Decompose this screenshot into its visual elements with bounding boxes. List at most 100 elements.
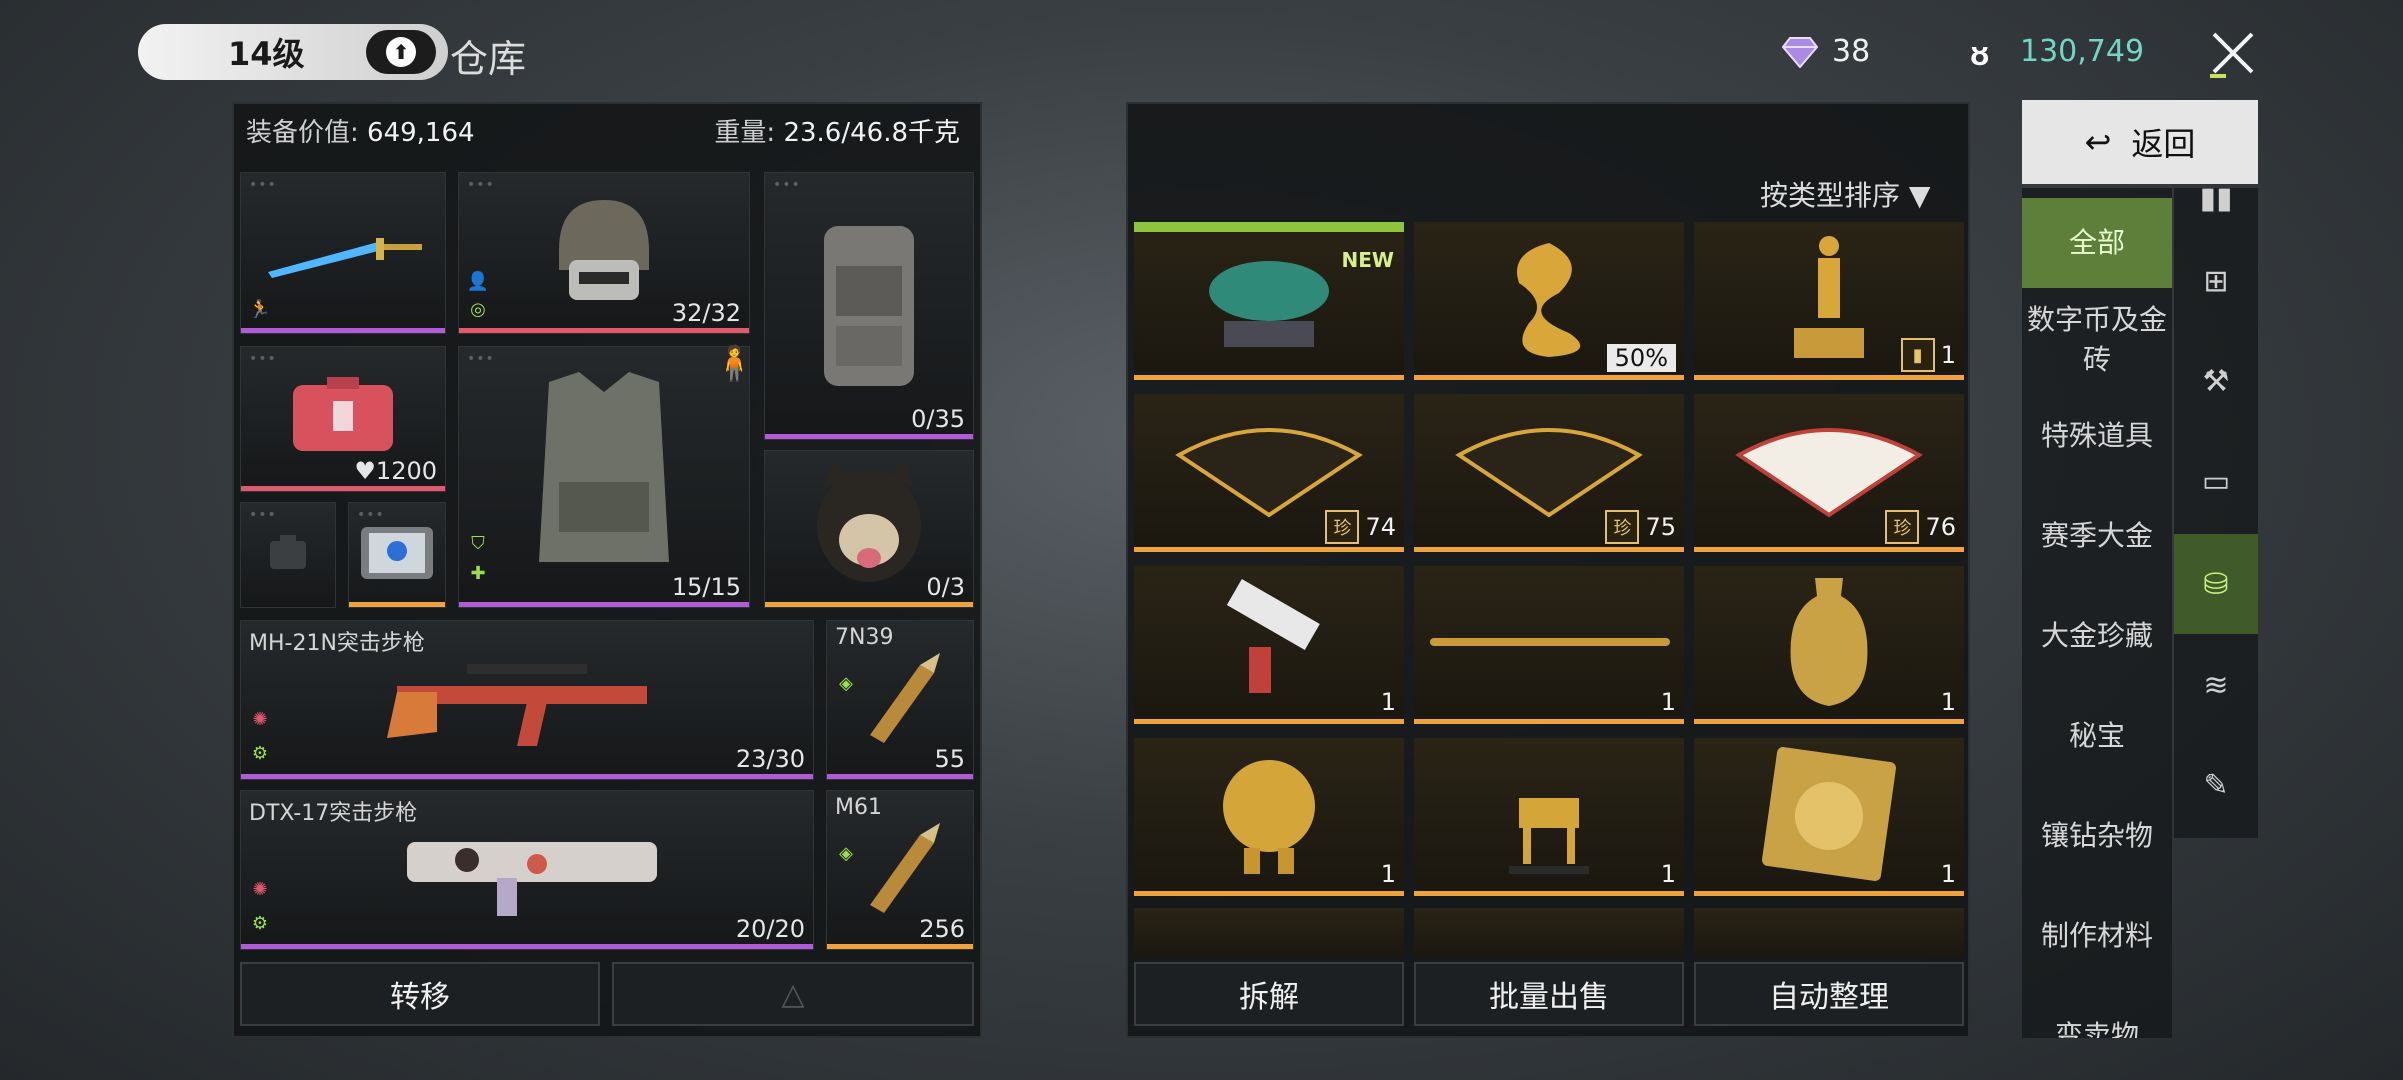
- coin-count: 130,749: [2020, 34, 2145, 69]
- close-button[interactable]: [2208, 28, 2258, 78]
- pet-count: 0/3: [926, 573, 965, 601]
- storage-item[interactable]: 1: [1694, 738, 1964, 896]
- rarity-bar: [459, 328, 749, 333]
- sort-dropdown[interactable]: 按类型排序 ▼: [1760, 174, 1930, 214]
- rarity-bar: [765, 434, 973, 439]
- level-up-button[interactable]: ⬆: [366, 30, 436, 74]
- rifle-2-icon: [407, 841, 657, 916]
- storage-item[interactable]: 1: [1414, 738, 1684, 896]
- shield-icon: ⛉: [471, 533, 485, 554]
- gem-icon: [1782, 37, 1818, 68]
- category-sellables[interactable]: 变卖物: [2022, 1016, 2172, 1038]
- backpack-slot[interactable]: ••• 0/35: [764, 172, 974, 440]
- storage-item[interactable]: 珍 75: [1414, 394, 1684, 552]
- category-special[interactable]: 特殊道具: [2022, 416, 2172, 456]
- storage-item[interactable]: 珍 74: [1134, 394, 1404, 552]
- pen-icon[interactable]: ✎: [2174, 740, 2258, 830]
- transfer-button[interactable]: 转移: [240, 962, 600, 1026]
- back-label: 返回: [2131, 125, 2196, 163]
- goggles-icon: ◎: [470, 299, 486, 320]
- hammer-icon[interactable]: ⚒: [2174, 336, 2258, 426]
- mod-attachment-icon: ⚙: [251, 743, 269, 764]
- storage-item[interactable]: 50%: [1414, 222, 1684, 380]
- transfer-alt-button[interactable]: △: [612, 962, 974, 1026]
- storage-item-partial[interactable]: [1414, 908, 1684, 958]
- storage-item[interactable]: ▮ 1: [1694, 222, 1964, 380]
- storage-item[interactable]: 1: [1414, 566, 1684, 724]
- gun-item-icon: [1226, 578, 1320, 693]
- bars-icon[interactable]: ▮▮: [2174, 181, 2258, 216]
- storage-item-partial[interactable]: [1694, 908, 1964, 958]
- rarity-bar: [349, 602, 445, 607]
- backpack-icon: [824, 225, 914, 386]
- coins-stack-icon[interactable]: ⛁: [2174, 534, 2258, 634]
- rarity-bar: [1414, 547, 1684, 552]
- back-button[interactable]: ↩ 返回: [2022, 100, 2258, 184]
- disassemble-button[interactable]: 拆解: [1134, 962, 1404, 1026]
- category-all[interactable]: 全部: [2022, 198, 2172, 288]
- bulk-sell-button[interactable]: 批量出售: [1414, 962, 1684, 1026]
- category-materials[interactable]: 制作材料: [2022, 916, 2172, 956]
- auto-sort-button[interactable]: 自动整理: [1694, 962, 1964, 1026]
- scope-attachment-icon: ✺: [252, 709, 268, 730]
- scope-attachment-icon: ✺: [252, 879, 268, 900]
- dog-icon: [817, 459, 921, 582]
- storage-item[interactable]: 1: [1694, 566, 1964, 724]
- storage-item[interactable]: 1: [1134, 566, 1404, 724]
- ammo-slot-1[interactable]: 7N39 ◈ 55: [826, 620, 974, 780]
- golden-vase-icon: [1790, 577, 1868, 706]
- pouch-placeholder-icon: [270, 534, 306, 569]
- rarity-bar: [1134, 375, 1404, 380]
- category-jeweled-misc[interactable]: 镶钻杂物: [2022, 816, 2172, 856]
- scroll-icon[interactable]: ≋: [2174, 640, 2258, 730]
- backpack-count: 0/35: [911, 405, 965, 433]
- golden-sword-icon: [1430, 637, 1670, 646]
- armor-slot[interactable]: ••• 🧍 ⛉ ✚ 15/15: [458, 346, 755, 608]
- seal-icon: 珍: [1325, 510, 1360, 544]
- category-season-gold[interactable]: 赛季大金: [2022, 516, 2172, 556]
- coin-icon: ᴕ: [1970, 34, 1990, 74]
- rarity-bar: [827, 944, 973, 949]
- fan-icon: [1175, 427, 1363, 518]
- pouch-slot-empty[interactable]: •••: [240, 502, 336, 608]
- pet-slot[interactable]: 0/3: [764, 450, 974, 608]
- weapon-2-ammo: 20/20: [735, 915, 805, 943]
- helmet-count: 32/32: [671, 299, 741, 327]
- category-coins-gold[interactable]: 数字币及金砖: [2022, 296, 2172, 390]
- rarity-bar: [241, 944, 813, 949]
- chest-icon[interactable]: ▭: [2174, 436, 2258, 526]
- case-slot[interactable]: ••• ♥1200: [240, 346, 446, 492]
- item-qty: 1: [1660, 688, 1676, 716]
- melee-slot[interactable]: ••• 🏃: [240, 172, 446, 334]
- slot-menu-icon: •••: [467, 177, 495, 193]
- slot-menu-icon: •••: [773, 177, 801, 193]
- rarity-bar: [241, 328, 445, 333]
- medkit-case-icon: [293, 377, 393, 452]
- return-arrow-icon: ↩: [2084, 123, 2112, 161]
- item-qty-group: ▮ 1: [1900, 338, 1956, 372]
- gem-count: 38: [1832, 34, 1871, 69]
- rarity-bar: [1694, 891, 1964, 896]
- weapon-slot-2[interactable]: DTX-17突击步枪 ✺ ⚙ 20/20: [240, 790, 814, 950]
- rarity-bar: [765, 602, 973, 607]
- item-qty: 76: [1925, 513, 1956, 541]
- helmet-icon: [559, 199, 649, 300]
- storage-item-partial[interactable]: [1134, 908, 1404, 958]
- category-gold-collection[interactable]: 大金珍藏: [2022, 616, 2172, 656]
- storage-item[interactable]: 1: [1134, 738, 1404, 896]
- category-treasure[interactable]: 秘宝: [2022, 716, 2172, 756]
- storage-item[interactable]: 珍 76: [1694, 394, 1964, 552]
- ammo-slot-2[interactable]: M61 ◈ 256: [826, 790, 974, 950]
- item-qty: 1: [1940, 341, 1956, 369]
- item-qty: 74: [1365, 513, 1396, 541]
- tablet-slot[interactable]: •••: [348, 502, 446, 608]
- weapon-slot-1[interactable]: MH-21N突击步枪 ✺ ⚙ 23/30: [240, 620, 814, 780]
- medkit-icon[interactable]: ⊞: [2174, 236, 2258, 326]
- weight-label: 重量:: [714, 118, 776, 148]
- golden-robot-icon: [1223, 759, 1315, 874]
- helmet-slot[interactable]: ••• 👤 ◎ 32/32: [458, 172, 750, 334]
- bullet-icon: [870, 652, 940, 743]
- person-icon: 👤: [466, 271, 490, 292]
- item-qty: 1: [1940, 688, 1956, 716]
- storage-item[interactable]: NEW: [1134, 222, 1404, 380]
